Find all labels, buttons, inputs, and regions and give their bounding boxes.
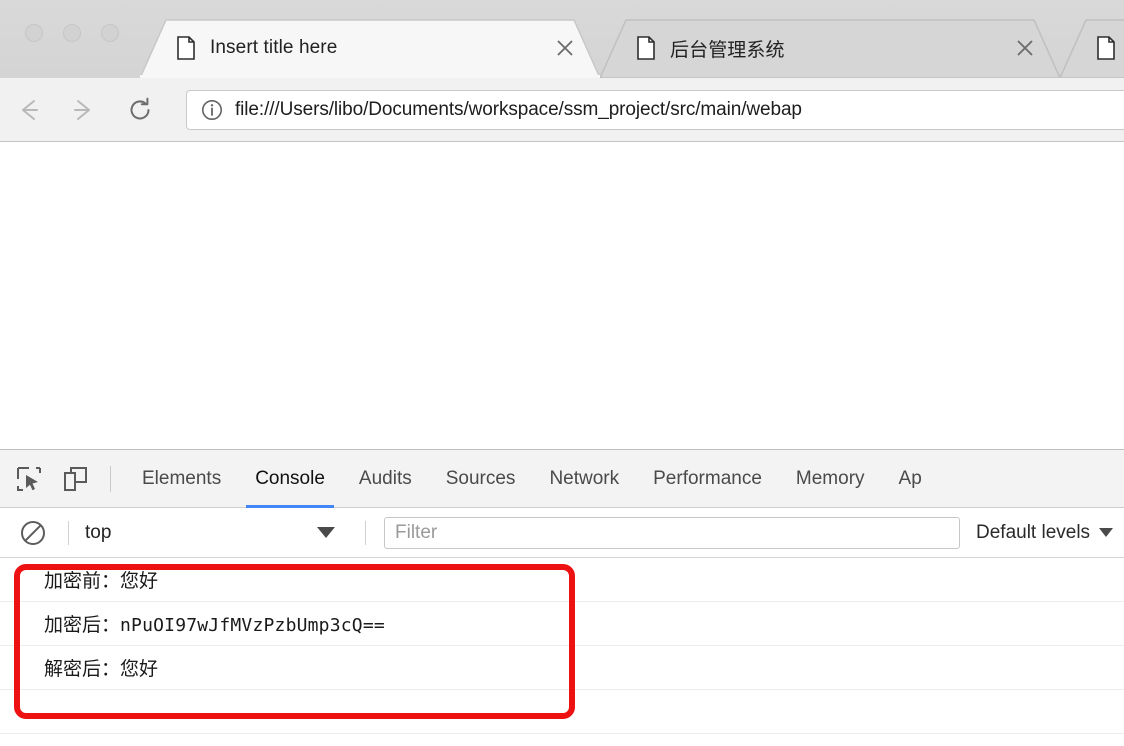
window-traffic-lights (25, 24, 119, 42)
window-close-button[interactable] (25, 24, 43, 42)
arrow-right-icon (74, 99, 90, 120)
address-bar-url: file:///Users/libo/Documents/workspace/s… (235, 99, 802, 120)
console-message-list: 加密前：您好 加密后：nPuOI97wJfMVzPzbUmp3cQ== 解密后：… (0, 558, 1124, 734)
console-message-prefix: 加密后： (44, 614, 121, 636)
console-toolbar: top Filter Default levels (0, 508, 1124, 558)
chevron-down-icon (1099, 528, 1114, 537)
tab-strip: Insert title here 后台管理系统 (0, 0, 1124, 78)
page-viewport (0, 142, 1124, 449)
browser-window: Insert title here 后台管理系统 file:///Users/l… (0, 0, 1124, 746)
tab-label: Sources (445, 467, 516, 489)
page-icon (636, 36, 656, 60)
tab-title: 后台管理系统 (670, 38, 785, 61)
toolbar-divider (365, 520, 366, 545)
console-message-value: nPuOI97wJfMVzPzbUmp3cQ== (120, 615, 385, 636)
console-prompt-row[interactable] (0, 690, 1124, 734)
close-icon[interactable] (554, 37, 576, 59)
browser-toolbar: file:///Users/libo/Documents/workspace/s… (0, 78, 1124, 142)
reload-icon (130, 97, 150, 119)
browser-tab-3[interactable] (1060, 18, 1124, 78)
console-message-prefix: 解密后： (44, 658, 121, 680)
back-button[interactable] (8, 88, 52, 132)
tab-label: Console (255, 467, 325, 489)
window-minimize-button[interactable] (63, 24, 81, 42)
tab-console[interactable]: Console (238, 450, 342, 508)
console-message-row[interactable]: 加密前：您好 (0, 558, 1124, 602)
tab-title: Insert title here (210, 37, 338, 58)
reload-button[interactable] (118, 88, 162, 132)
browser-chrome: Insert title here 后台管理系统 file:///Users/l… (0, 0, 1124, 142)
tab-label: Audits (358, 467, 412, 489)
console-message-value: 您好 (120, 570, 159, 592)
execution-context-value: top (85, 521, 112, 543)
tab-label: Performance (653, 467, 762, 489)
tab-sources[interactable]: Sources (429, 450, 533, 508)
tab-label: Memory (795, 467, 865, 489)
tab-elements[interactable]: Elements (125, 450, 238, 508)
devtools-tab-bar: Elements Console Audits Sources Network … (0, 450, 1124, 508)
devtools-panel: Elements Console Audits Sources Network … (0, 449, 1124, 746)
tab-audits[interactable]: Audits (342, 450, 429, 508)
inspect-element-icon[interactable] (12, 462, 46, 496)
tab-network[interactable]: Network (532, 450, 636, 508)
forward-button[interactable] (60, 88, 104, 132)
tab-application[interactable]: Ap (882, 450, 939, 508)
filter-input[interactable]: Filter (384, 516, 960, 549)
address-bar[interactable]: file:///Users/libo/Documents/workspace/s… (186, 90, 1124, 130)
console-message-text: 加密后：nPuOI97wJfMVzPzbUmp3cQ== (44, 610, 385, 637)
chevron-down-icon (317, 527, 335, 538)
browser-tab-2[interactable]: 后台管理系统 (600, 18, 1060, 78)
execution-context-select[interactable]: top (85, 517, 345, 549)
tab-memory[interactable]: Memory (779, 450, 882, 508)
page-icon (176, 36, 196, 60)
console-message-row[interactable]: 加密后：nPuOI97wJfMVzPzbUmp3cQ== (0, 602, 1124, 646)
console-message-prefix: 加密前： (44, 570, 121, 592)
tab-label: Elements (142, 467, 222, 489)
browser-tab-1[interactable]: Insert title here (140, 18, 600, 78)
page-info-icon[interactable] (201, 99, 223, 121)
console-message-row[interactable]: 解密后：您好 (0, 646, 1124, 690)
tab-label: Ap (898, 467, 922, 489)
close-icon[interactable] (1014, 37, 1036, 59)
console-message-text: 加密前：您好 (44, 566, 158, 593)
toolbar-divider (110, 465, 111, 492)
page-icon (1096, 36, 1116, 60)
toolbar-divider (68, 520, 69, 545)
console-message-value: 您好 (120, 658, 159, 680)
tab-label: Network (549, 467, 620, 489)
window-zoom-button[interactable] (101, 24, 119, 42)
console-message-text: 解密后：您好 (44, 654, 158, 681)
log-levels-value: Default levels (976, 521, 1091, 543)
arrow-left-icon (22, 99, 38, 120)
log-levels-select[interactable]: Default levels (976, 521, 1114, 544)
device-toolbar-icon[interactable] (58, 462, 92, 496)
clear-console-icon[interactable] (18, 518, 48, 548)
tab-performance[interactable]: Performance (636, 450, 779, 508)
